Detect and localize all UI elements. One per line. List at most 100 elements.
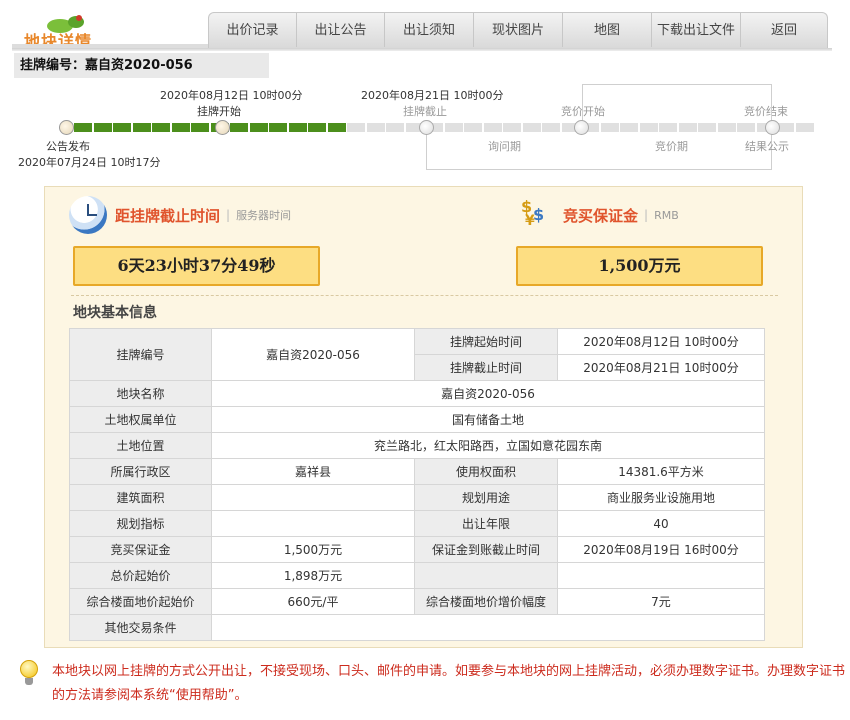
table-row: 挂牌编号 嘉自资2020-056 挂牌起始时间 2020年08月12日 10时0…	[69, 328, 765, 381]
tab-photos[interactable]: 现状图片	[474, 13, 563, 47]
notice-text: 本地块以网上挂牌的方式公开出让，不接受现场、口头、邮件的申请。如要参与本地块的网…	[52, 664, 846, 703]
tab-map[interactable]: 地图	[563, 13, 652, 47]
table-row: 土地位置 兖兰路北，红太阳路西，立国如意花园东南	[69, 432, 765, 459]
announce-date: 2020年07月24日 10时17分	[18, 156, 161, 169]
progress-segment	[152, 123, 170, 132]
tab-notice[interactable]: 出让须知	[385, 13, 474, 47]
result-period-label: 结果公示	[745, 140, 789, 153]
countdown-sub: 服务器时间	[236, 209, 292, 222]
table-row: 竞买保证金 1,500万元 保证金到账截止时间 2020年08月19日 16时0…	[69, 536, 765, 563]
progress-segment	[191, 123, 209, 132]
section-divider	[71, 295, 778, 296]
progress-segment	[386, 123, 404, 132]
cell-value: 嘉祥县	[211, 458, 415, 485]
progress-segment	[113, 123, 131, 132]
cell-label: 出让年限	[414, 510, 558, 537]
cell-label: 土地位置	[69, 432, 212, 459]
progress-segment	[230, 123, 248, 132]
cell-value: 40	[557, 510, 765, 537]
progress-segment	[464, 123, 482, 132]
cell-label: 保证金到账截止时间	[414, 536, 558, 563]
progress-segment	[171, 123, 190, 132]
cell-label: 所属行政区	[69, 458, 212, 485]
separator: |	[644, 208, 649, 222]
phase-box-bidding	[582, 84, 772, 128]
table-row: 土地权属单位 国有储备土地	[69, 406, 765, 433]
progress-segment	[639, 123, 658, 132]
money-icon: $ $ ¥	[521, 197, 545, 229]
cell-value: 7元	[557, 588, 765, 615]
lightbulb-icon	[18, 660, 40, 688]
cell-value: 兖兰路北，红太阳路西，立国如意花园东南	[211, 432, 765, 459]
cell-label: 挂牌起始时间	[414, 328, 558, 355]
cell-value	[211, 614, 765, 641]
progress-segment	[132, 123, 151, 132]
cell-empty	[557, 562, 765, 589]
countdown-value: 6天23小时37分49秒	[73, 246, 320, 286]
countdown-header: 距挂牌截止时间 | 服务器时间	[69, 195, 291, 235]
cell-value: 14381.6平方米	[557, 458, 765, 485]
cell-empty	[414, 562, 558, 589]
progress-segment	[698, 123, 716, 132]
progress-segment	[347, 123, 365, 132]
cell-value: 1,500万元	[211, 536, 415, 563]
progress-segment	[444, 123, 463, 132]
listing-end-date: 2020年08月21日 10时00分	[361, 89, 504, 102]
cell-value: 2020年08月12日 10时00分	[557, 328, 765, 355]
tab-back[interactable]: 返回	[741, 13, 827, 47]
cell-label: 规划指标	[69, 510, 212, 537]
cell-label: 规划用途	[414, 484, 558, 511]
announce-label: 公告发布	[46, 140, 90, 153]
node-announce	[59, 120, 74, 135]
parcel-info-table: 挂牌编号 嘉自资2020-056 挂牌起始时间 2020年08月12日 10时0…	[69, 328, 765, 641]
cell-value: 嘉自资2020-056	[211, 380, 765, 407]
bidding-period-label: 竞价期	[655, 140, 688, 153]
listing-code-bar: 挂牌编号：嘉自资2020-056	[14, 53, 269, 78]
deposit-value: 1,500万元	[516, 246, 763, 286]
listing-start-date: 2020年08月12日 10时00分	[160, 89, 303, 102]
progress-segment	[503, 123, 521, 132]
header-divider	[12, 48, 832, 51]
cell-value: 嘉自资2020-056	[211, 328, 415, 381]
table-row: 建筑面积 规划用途 商业服务业设施用地	[69, 484, 765, 511]
tab-announcement[interactable]: 出让公告	[297, 13, 385, 47]
cell-label: 挂牌截止时间	[414, 354, 558, 381]
cell-value: 国有储备土地	[211, 406, 765, 433]
listing-end-label: 挂牌截止	[403, 105, 447, 118]
deposit-sub: RMB	[654, 208, 679, 222]
progress-segment	[93, 123, 112, 132]
cell-value: 660元/平	[211, 588, 415, 615]
phase-box-inquiry	[426, 128, 772, 170]
tab-download[interactable]: 下载出让文件	[652, 13, 741, 47]
cell-value: 2020年08月21日 10时00分	[557, 354, 765, 381]
parcel-panel: 距挂牌截止时间 | 服务器时间 6天23小时37分49秒 $ $ ¥ 竞买保证金…	[44, 186, 803, 648]
cell-label: 综合楼面地价起始价	[69, 588, 212, 615]
table-row: 规划指标 出让年限 40	[69, 510, 765, 537]
progress-segment	[717, 123, 736, 132]
progress-segment	[620, 123, 638, 132]
progress-segment	[327, 123, 346, 132]
progress-timeline: 2020年08月12日 10时00分 挂牌开始 2020年08月21日 10时0…	[0, 80, 850, 180]
progress-segment	[366, 123, 385, 132]
progress-segment	[483, 123, 502, 132]
cell-label: 挂牌编号	[69, 328, 212, 381]
cell-label: 综合楼面地价增价幅度	[414, 588, 558, 615]
countdown-title: 距挂牌截止时间	[115, 206, 221, 225]
progress-segment	[308, 123, 326, 132]
progress-segment	[249, 123, 268, 132]
cell-value	[211, 484, 415, 511]
tab-bid-records[interactable]: 出价记录	[209, 13, 297, 47]
deposit-header: $ $ ¥ 竞买保证金 | RMB	[519, 195, 679, 235]
inquiry-period-label: 询问期	[488, 140, 521, 153]
progress-segment	[659, 123, 677, 132]
cell-label: 竞买保证金	[69, 536, 212, 563]
cell-value: 2020年08月19日 16时00分	[557, 536, 765, 563]
cell-value	[211, 510, 415, 537]
cell-value: 1,898万元	[211, 562, 415, 589]
table-row: 其他交易条件	[69, 614, 765, 641]
listing-code: 嘉自资2020-056	[85, 58, 193, 73]
progress-segment	[74, 123, 92, 132]
node-bidding-end	[765, 120, 780, 135]
progress-segment	[737, 123, 755, 132]
node-listing-end	[419, 120, 434, 135]
